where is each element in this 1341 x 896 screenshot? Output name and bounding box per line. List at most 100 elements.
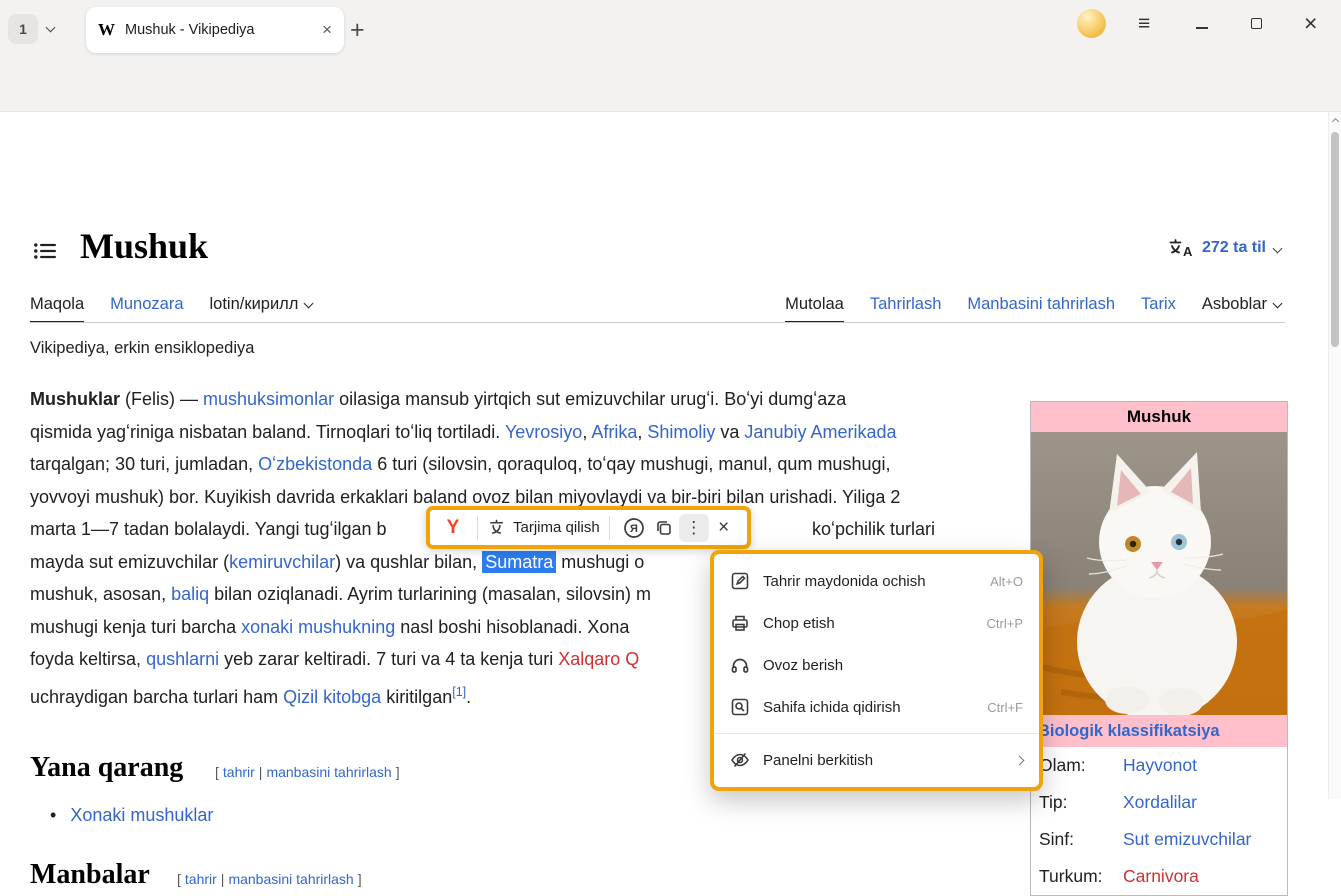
- menu-item-open-in-editor[interactable]: Tahrir maydonida ochishAlt+O: [714, 560, 1039, 602]
- scrollbar-thumb[interactable]: [1331, 132, 1339, 347]
- language-selector[interactable]: A 272 ta til: [1168, 238, 1281, 258]
- tab-group-count: 1: [19, 21, 27, 37]
- infobox-value-link[interactable]: Xordalilar: [1123, 792, 1197, 813]
- close-toolbar-button[interactable]: ×: [709, 514, 739, 542]
- page-content: Mushuk A 272 ta til Maqola Munozara lotin/…: [0, 112, 1329, 799]
- selected-text[interactable]: Sumatra: [482, 551, 556, 573]
- bracket: [: [215, 764, 219, 780]
- article-text: Mushuklar: [30, 389, 120, 409]
- edit-source-link[interactable]: manbasini tahrirlash: [266, 764, 391, 780]
- article-text: qismida yagʻriniga nisbatan baland. Tirn…: [30, 422, 505, 442]
- tab-close-icon[interactable]: ×: [322, 20, 332, 40]
- article-nav-left: Maqola Munozara lotin/кирилл: [30, 289, 312, 323]
- nav-tab-asboblar[interactable]: Asboblar: [1202, 295, 1281, 323]
- infobox-rows: Olam:HayvonotTip:XordalilarSinf:Sut emiz…: [1031, 747, 1287, 895]
- browser-menu-button[interactable]: ≡: [1138, 12, 1150, 36]
- minimize-button[interactable]: [1194, 15, 1210, 33]
- wiki-link[interactable]: Janubiy Amerikada: [744, 422, 896, 442]
- site-tagline: Vikipediya, erkin ensiklopediya: [30, 339, 254, 358]
- article-text: ,: [637, 422, 647, 442]
- kitten-photo[interactable]: [1031, 432, 1287, 715]
- infobox-label: Olam:: [1031, 755, 1123, 776]
- scrollbar-up-arrow[interactable]: [1331, 118, 1338, 125]
- page-scrollbar[interactable]: [1328, 112, 1341, 799]
- classification-header-link[interactable]: Biologik klassifikatsiya: [1031, 715, 1287, 747]
- menu-item-read-aloud[interactable]: Ovoz berish: [714, 644, 1039, 686]
- infobox-label: Sinf:: [1031, 829, 1123, 850]
- article-line: Mushuklar (Felis) — mushuksimonlar oilas…: [30, 384, 846, 415]
- section-heading-references: Manbalar: [30, 859, 150, 891]
- edit-link[interactable]: tahrir: [185, 871, 217, 887]
- menu-item-label: Ovoz berish: [763, 657, 1023, 674]
- nav-tab-maqola[interactable]: Maqola: [30, 295, 84, 323]
- browser-toolbar: ← Я uz.wikipedia.org Mushuk - Vikipediya…: [0, 60, 1341, 112]
- copy-button[interactable]: [649, 514, 679, 542]
- edit-source-link[interactable]: manbasini tahrirlash: [228, 871, 353, 887]
- nav-tab-munozara[interactable]: Munozara: [110, 295, 183, 323]
- more-options-button[interactable]: ⋮: [679, 514, 709, 542]
- bracket: ]: [396, 764, 400, 780]
- article-line: tarqalgan; 30 turi, jumladan, Oʻzbekisto…: [30, 449, 890, 480]
- yandex-letter: Я: [630, 523, 638, 535]
- infobox-row: Olam:Hayvonot: [1031, 747, 1287, 784]
- wiki-link[interactable]: Yevrosiyo: [505, 422, 582, 442]
- article-line: uchraydigan barcha turlari ham Qizil kit…: [30, 677, 471, 713]
- nav-tab-tarix[interactable]: Tarix: [1141, 295, 1176, 323]
- translate-icon: [487, 518, 506, 537]
- maximize-icon: [1251, 18, 1262, 29]
- wiki-link[interactable]: [1]: [452, 685, 466, 699]
- menu-shortcut: Ctrl+P: [987, 616, 1023, 631]
- translate-button[interactable]: Tarjima qilish: [487, 514, 600, 542]
- nav-tab-mutolaa[interactable]: Mutolaa: [785, 295, 844, 323]
- wiki-link[interactable]: baliq: [171, 584, 209, 604]
- wiki-link[interactable]: qushlarni: [146, 649, 219, 669]
- see-also-item: •Xonaki mushuklar: [50, 800, 213, 830]
- wiki-link[interactable]: Afrika: [591, 422, 637, 442]
- article-line: mushuk, asosan, baliq bilan oziqlanadi. …: [30, 579, 651, 610]
- close-window-button[interactable]: ×: [1304, 10, 1317, 37]
- nav-tab-manbasini-tahrirlash[interactable]: Manbasini tahrirlash: [967, 295, 1115, 323]
- wiki-link[interactable]: Xalqaro Q: [558, 649, 639, 669]
- section-edit-links: [tahrir|manbasini tahrirlash]: [177, 871, 362, 887]
- menu-item-print[interactable]: Chop etishCtrl+P: [714, 602, 1039, 644]
- page-title: Mushuk: [80, 225, 208, 267]
- menu-shortcut: Ctrl+F: [987, 700, 1023, 715]
- infobox-value-link[interactable]: Hayvonot: [1123, 755, 1197, 776]
- wiki-link[interactable]: xonaki mushukning: [241, 617, 395, 637]
- wiki-link[interactable]: mushuksimonlar: [203, 389, 334, 409]
- profile-avatar[interactable]: [1077, 9, 1106, 38]
- infobox-row: Tip:Xordalilar: [1031, 784, 1287, 821]
- browser-chrome: 1 W Mushuk - Vikipediya × + ≡ × ← Я uz.w…: [0, 0, 1341, 112]
- infobox-label: Tip:: [1031, 792, 1123, 813]
- maximize-button[interactable]: [1250, 17, 1264, 31]
- article-text: yovvoyi mushuk) bor. Kuyikish davrida er…: [30, 487, 900, 507]
- nav-tab-lotin-kirill[interactable]: lotin/кирилл: [210, 295, 313, 323]
- new-tab-button[interactable]: +: [350, 16, 365, 45]
- browser-tab[interactable]: W Mushuk - Vikipediya ×: [86, 7, 344, 53]
- wiki-link[interactable]: kemiruvchilar: [229, 552, 335, 572]
- separator: |: [221, 871, 225, 887]
- article-line: mayda sut emizuvchilar (kemiruvchilar) v…: [30, 547, 644, 578]
- article-text: .: [466, 687, 471, 707]
- contents-list-icon[interactable]: [34, 243, 56, 264]
- wiki-link[interactable]: Qizil kitobga: [283, 687, 381, 707]
- bracket: ]: [358, 871, 362, 887]
- wiki-link[interactable]: Oʻzbekistonda: [258, 454, 372, 474]
- yandex-translate-button[interactable]: Y: [438, 514, 468, 542]
- menu-item-hide-panel[interactable]: Panelni berkitish: [714, 739, 1039, 781]
- infobox-value-link[interactable]: Carnivora: [1123, 866, 1199, 887]
- see-also-list: •Xonaki mushuklar: [50, 800, 213, 830]
- wiki-link[interactable]: Shimoliy: [647, 422, 715, 442]
- chevron-down-icon[interactable]: [46, 23, 56, 33]
- infobox-title: Mushuk: [1031, 402, 1287, 432]
- menu-item-find-in-page[interactable]: Sahifa ichida qidirishCtrl+F: [714, 686, 1039, 728]
- infobox-value-link[interactable]: Sut emizuvchilar: [1123, 829, 1251, 850]
- yandex-logo-icon: Y: [447, 517, 460, 539]
- nav-tab-tahrirlash[interactable]: Tahrirlash: [870, 295, 942, 323]
- article-text: nasl boshi hisoblanadi. Xona: [395, 617, 629, 637]
- tab-group-button[interactable]: 1: [8, 14, 38, 44]
- yandex-search-button[interactable]: Я: [619, 514, 649, 542]
- see-also-link[interactable]: Xonaki mushuklar: [70, 800, 213, 830]
- edit-link[interactable]: tahrir: [223, 764, 255, 780]
- chevron-down-icon: [1273, 299, 1283, 309]
